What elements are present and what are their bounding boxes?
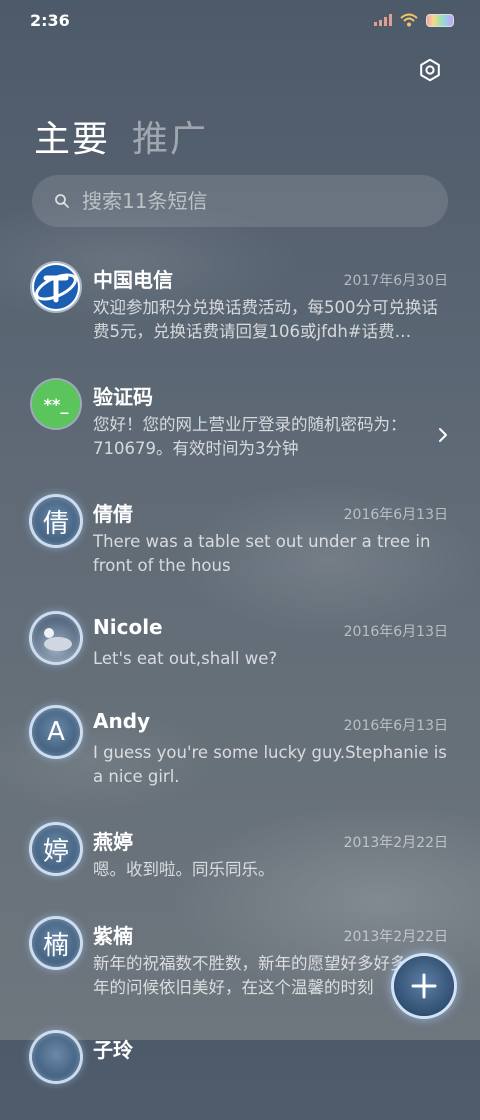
avatar-text: **_ bbox=[43, 394, 69, 414]
avatar-text: 楠 bbox=[42, 930, 69, 961]
avatar: **_ bbox=[32, 380, 80, 428]
gear-icon bbox=[420, 58, 440, 82]
avatar-text: A bbox=[47, 717, 65, 747]
avatar-text: 倩 bbox=[42, 508, 69, 539]
contact-name: 燕婷 bbox=[93, 830, 133, 854]
status-time: 2:36 bbox=[30, 11, 70, 30]
category-tabs: 主要 推广 bbox=[34, 110, 208, 162]
avatar: 倩 bbox=[32, 497, 80, 545]
plus-icon bbox=[411, 973, 437, 999]
message-date: 2013年2月22日 bbox=[343, 835, 448, 851]
conversation-item[interactable]: 子玲 bbox=[0, 1010, 480, 1120]
message-preview: Let's eat out,shall we? bbox=[93, 649, 278, 668]
contact-name: 倩倩 bbox=[93, 502, 133, 526]
wifi-icon bbox=[400, 13, 418, 27]
message-preview: 嗯。收到啦。同乐同乐。 bbox=[93, 860, 275, 879]
contact-name: Andy bbox=[93, 709, 151, 733]
contact-name: 紫楠 bbox=[93, 924, 133, 948]
status-bar: 2:36 bbox=[0, 0, 480, 40]
avatar bbox=[32, 263, 80, 311]
telecom-logo-icon bbox=[34, 265, 78, 309]
message-date: 2017年6月30日 bbox=[343, 273, 448, 289]
avatar: 婷 bbox=[32, 825, 80, 873]
contact-name: Nicole bbox=[93, 615, 163, 639]
conversation-item[interactable]: 中国电信 2017年6月30日 欢迎参加积分兑换话费活动，每500分可兑换话费5… bbox=[0, 240, 480, 350]
message-date: 2016年6月13日 bbox=[343, 718, 448, 734]
message-preview: I guess you're some lucky guy.Stephanie … bbox=[93, 743, 447, 786]
search-input[interactable] bbox=[80, 188, 424, 214]
settings-button[interactable] bbox=[414, 54, 446, 86]
battery-icon bbox=[426, 13, 454, 27]
message-preview: There was a table set out under a tree i… bbox=[93, 532, 431, 575]
contact-name: 中国电信 bbox=[93, 268, 173, 292]
message-date: 2013年2月22日 bbox=[343, 929, 448, 945]
message-date: 2016年6月13日 bbox=[343, 507, 448, 523]
conversation-item[interactable]: 倩 倩倩 2016年6月13日 There was a table set ou… bbox=[0, 474, 480, 584]
search-icon bbox=[52, 191, 72, 211]
contact-name: 子玲 bbox=[93, 1038, 133, 1062]
avatar-text: 婷 bbox=[42, 836, 69, 867]
search-bar[interactable] bbox=[32, 175, 448, 227]
status-icons bbox=[374, 13, 454, 27]
tab-primary[interactable]: 主要 bbox=[34, 110, 110, 162]
message-date: 2016年6月13日 bbox=[343, 624, 448, 640]
contact-name: 验证码 bbox=[93, 385, 153, 409]
message-preview: 欢迎参加积分兑换话费活动，每500分可兑换话费5元，兑换话费请回复106或jfd… bbox=[93, 298, 438, 341]
conversation-item[interactable]: **_ 验证码 您好！您的网上营业厅登录的随机密码为：710679。有效时间为3… bbox=[0, 357, 480, 467]
avatar: A bbox=[32, 708, 80, 756]
message-preview: 您好！您的网上营业厅登录的随机密码为：710679。有效时间为3分钟 bbox=[93, 415, 407, 458]
avatar: 楠 bbox=[32, 919, 80, 967]
avatar bbox=[32, 614, 80, 662]
tab-promotions[interactable]: 推广 bbox=[132, 110, 208, 162]
signal-icon bbox=[374, 14, 392, 26]
avatar bbox=[32, 1033, 80, 1081]
photo-avatar-icon bbox=[44, 628, 72, 651]
chevron-right-icon[interactable] bbox=[436, 425, 450, 445]
conversation-item[interactable]: A Andy 2016年6月13日 I guess you're some lu… bbox=[0, 685, 480, 795]
compose-button[interactable] bbox=[394, 956, 454, 1016]
